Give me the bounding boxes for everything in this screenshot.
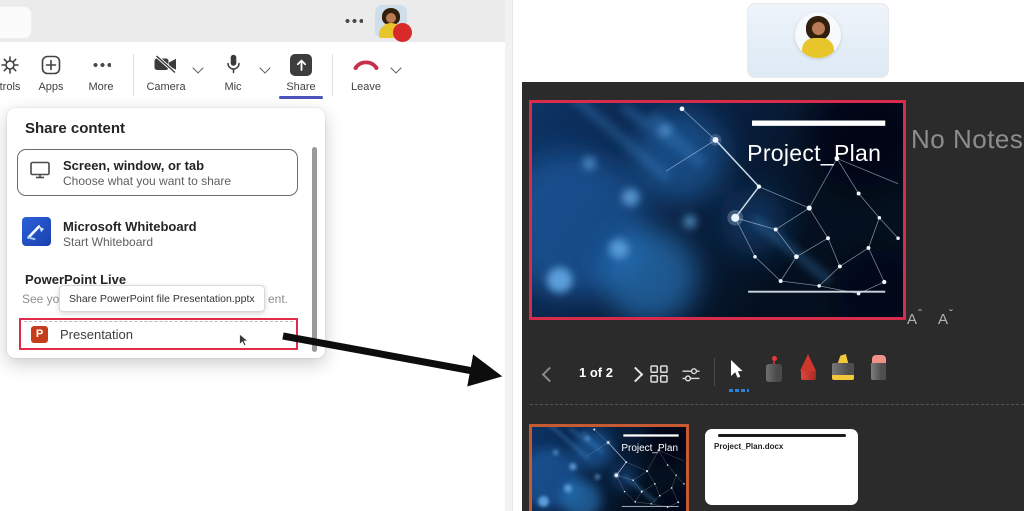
share-content-dialog: Share content Screen, window, or tab Cho… (7, 108, 325, 358)
screen-option-subtitle: Choose what you want to share (63, 173, 232, 188)
avatar-shirt (802, 38, 834, 58)
toolbar-divider (133, 54, 134, 96)
active-tool-indicator (729, 389, 749, 392)
cursor-icon (238, 333, 250, 353)
highlighter-icon (837, 354, 849, 363)
eraser-tool-button[interactable] (871, 355, 886, 380)
powerpoint-live-description-end: ent. (268, 292, 289, 306)
slide-background (532, 427, 686, 511)
toolbar-divider (332, 54, 333, 96)
whiteboard-subtitle: Start Whiteboard (63, 235, 154, 249)
share-screen-icon (290, 53, 312, 76)
slide-title: Project_Plan (747, 140, 882, 167)
grid-view-button[interactable] (650, 365, 668, 386)
pointer-tool-button[interactable] (728, 359, 745, 383)
meeting-topbar (0, 0, 505, 42)
caret-up-icon: ˆ (918, 307, 923, 321)
participant-avatar (795, 12, 841, 58)
notes-font-controls: Aˆ Aˇ (907, 306, 953, 328)
toolbar-mic-label: Mic (224, 81, 242, 93)
toolbar-mic-button[interactable]: Mic (212, 53, 254, 93)
toolbar-apps-button[interactable]: Apps (31, 53, 71, 93)
meeting-info-chip[interactable] (0, 6, 32, 39)
screen-option-title: Screen, window, or tab (63, 157, 205, 173)
status-busy-indicator (393, 23, 412, 42)
toolbar-leave-button[interactable]: Leave (346, 53, 386, 93)
previous-slide-button[interactable] (541, 366, 558, 383)
eraser-icon (871, 355, 886, 363)
toolbar-camera-label: Camera (146, 81, 186, 93)
thumbnail-slide-1[interactable]: Project_Plan (529, 424, 689, 511)
notes-placeholder: No Notes (911, 124, 1024, 154)
participant-video-tile[interactable] (747, 3, 889, 78)
presenter-stage: Project_Plan No Notes Aˆ Aˇ 1 of 2 Proje… (522, 82, 1024, 511)
pen-icon (800, 354, 816, 371)
monitor-icon (30, 161, 50, 184)
share-file-tooltip: Share PowerPoint file Presentation.pptx (59, 285, 265, 312)
thumbnail-slide-2[interactable]: Project_Plan.docx (705, 429, 858, 505)
powerpoint-live-presenter-view: Project_Plan No Notes Aˆ Aˇ 1 of 2 Proje… (513, 0, 1024, 511)
mic-chevron-down-icon[interactable] (259, 62, 271, 74)
font-increase-button[interactable]: Aˆ (907, 306, 922, 328)
pointer-cursor-icon (731, 360, 743, 378)
whiteboard-title: Microsoft Whiteboard (63, 219, 197, 234)
avatar-face (812, 22, 825, 35)
leave-call-icon (352, 53, 380, 76)
thumbnail-slide-title: Project_Plan (621, 442, 679, 454)
slide-position: 1 of 2 (579, 365, 613, 380)
more-options-icon[interactable] (344, 19, 363, 23)
caret-down-icon: ˇ (949, 307, 954, 321)
share-active-indicator (279, 96, 323, 99)
font-decrease-button[interactable]: Aˇ (938, 306, 953, 328)
ellipsis-icon (91, 53, 111, 76)
powerpoint-file-presentation[interactable]: P Presentation (19, 318, 298, 350)
camera-off-icon (153, 53, 179, 76)
slide-background (532, 103, 903, 317)
gear-icon (0, 53, 20, 76)
mic-icon (226, 53, 241, 76)
thumbnail-strip-divider (530, 404, 1024, 405)
powerpoint-file-icon: P (31, 325, 48, 343)
microsoft-whiteboard-option[interactable]: Microsoft Whiteboard Start Whiteboard (22, 217, 197, 251)
whiteboard-icon (22, 217, 51, 251)
pen-tool-button[interactable] (800, 354, 816, 380)
toolbar-leave-label: Leave (351, 81, 381, 93)
toolbar-controls-button[interactable]: trols (0, 53, 32, 93)
view-settings-button[interactable] (682, 367, 700, 386)
avatar-face (386, 13, 396, 23)
toolbar-camera-button[interactable]: Camera (143, 53, 189, 93)
dialog-title: Share content (25, 120, 126, 137)
screenshot-root: trols Apps More Camera Mic Share Leave S… (0, 0, 1024, 511)
screen-window-tab-option[interactable]: Screen, window, or tab Choose what you w… (17, 149, 298, 196)
toolbar-more-button[interactable]: More (81, 53, 121, 93)
toolbar-apps-label: Apps (38, 81, 64, 93)
document-title-bar (718, 434, 846, 437)
meeting-toolbar: trols Apps More Camera Mic Share Leave (0, 42, 505, 108)
laser-pointer-tool-button[interactable] (766, 356, 782, 382)
toolbar-more-label: More (88, 81, 114, 93)
dialog-scrollbar[interactable] (312, 147, 317, 352)
teams-meeting-window: trols Apps More Camera Mic Share Leave S… (0, 0, 505, 511)
toolbar-share-button[interactable]: Share (281, 53, 321, 93)
toolbar-controls-label: trols (0, 81, 21, 93)
document-filename: Project_Plan.docx (714, 442, 784, 451)
panel-divider (505, 0, 513, 511)
leave-chevron-down-icon[interactable] (390, 62, 402, 74)
toolbar-share-label: Share (286, 81, 316, 93)
next-slide-button[interactable] (627, 366, 644, 383)
camera-chevron-down-icon[interactable] (192, 62, 204, 74)
tools-divider (714, 358, 715, 386)
current-slide: Project_Plan (529, 100, 906, 320)
highlighter-tool-button[interactable] (832, 354, 854, 380)
apps-plus-icon (41, 53, 61, 76)
file-label: Presentation (60, 326, 133, 342)
